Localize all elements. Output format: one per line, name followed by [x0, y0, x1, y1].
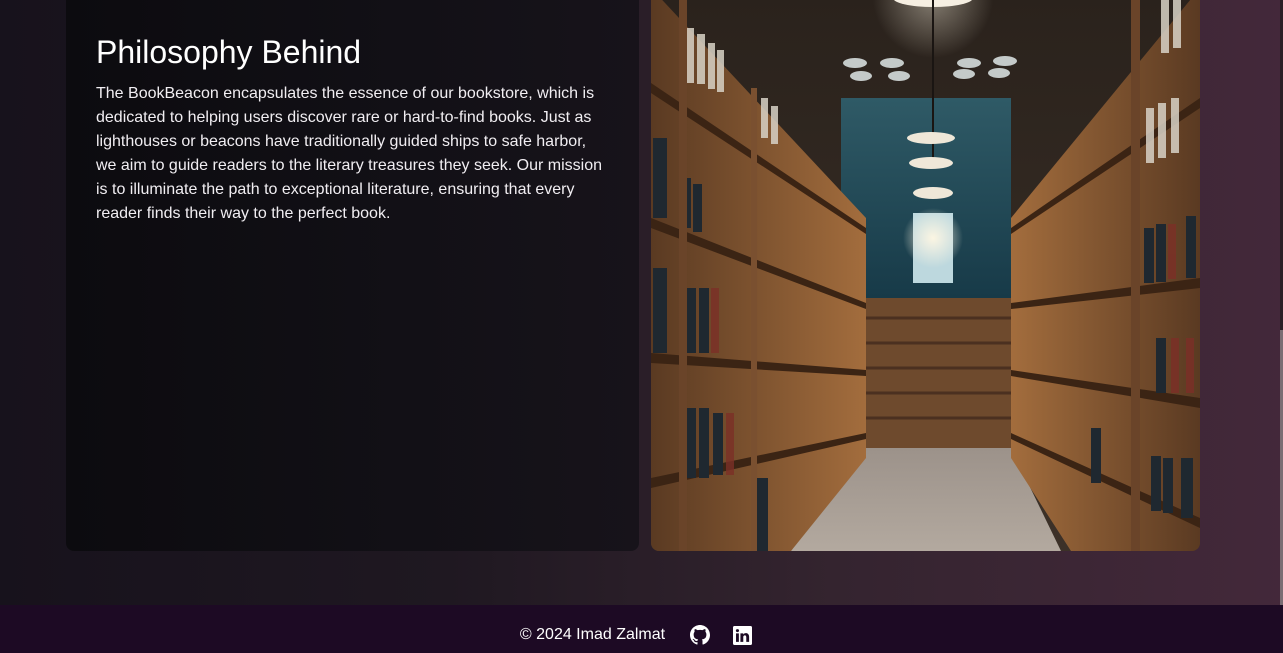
library-aisle-illustration	[651, 0, 1200, 551]
footer-content: © 2024 Imad Zalmat	[0, 605, 1283, 653]
github-link[interactable]	[689, 624, 711, 646]
linkedin-link[interactable]	[731, 624, 753, 646]
library-aisle-image	[651, 0, 1200, 551]
philosophy-title: Philosophy Behind	[96, 34, 362, 70]
philosophy-description: The BookBeacon encapsulates the essence …	[96, 85, 602, 222]
philosophy-section: Philosophy Behind The BookBeacon encapsu…	[66, 0, 1200, 551]
linkedin-icon	[732, 625, 752, 645]
github-icon	[690, 625, 711, 645]
philosophy-text-card: Philosophy Behind The BookBeacon encapsu…	[66, 0, 639, 551]
copyright-text: © 2024 Imad Zalmat	[519, 626, 666, 643]
site-footer: © 2024 Imad Zalmat	[0, 605, 1283, 653]
